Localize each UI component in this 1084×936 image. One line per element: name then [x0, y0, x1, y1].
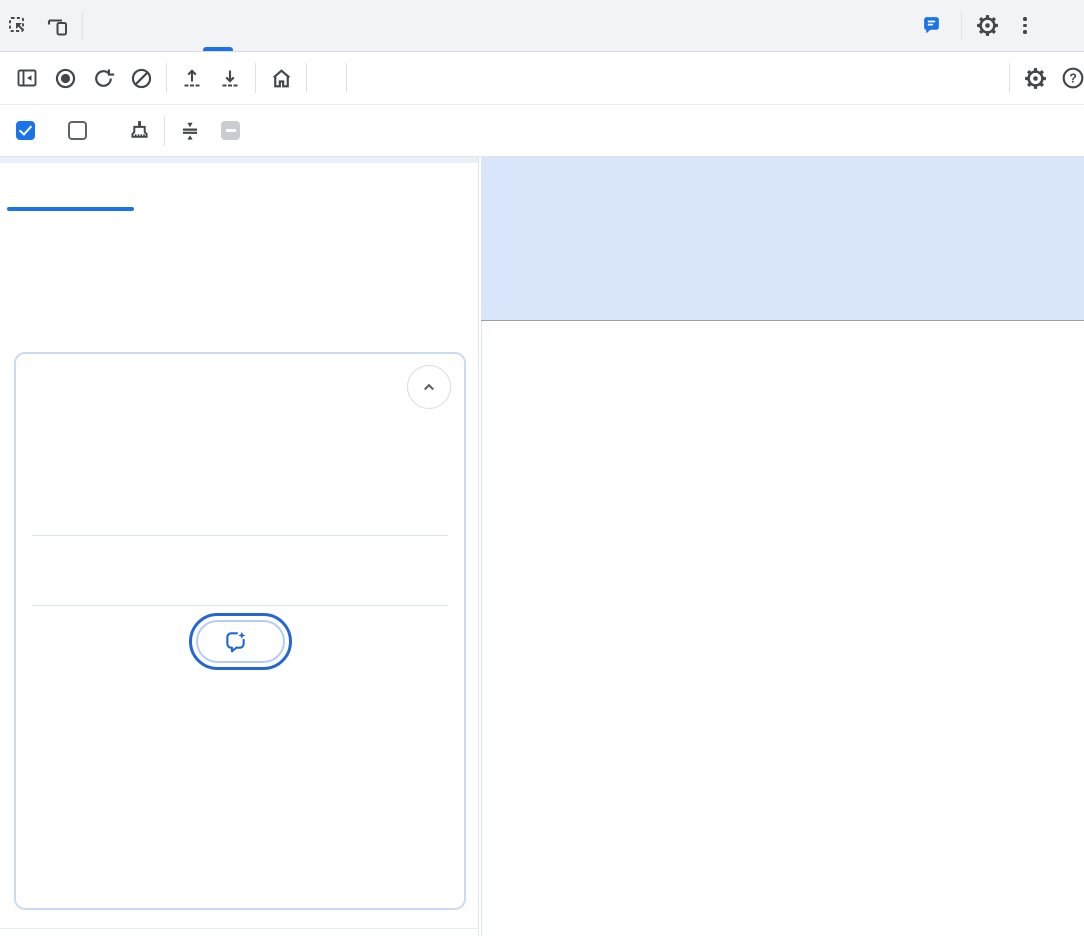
divider	[166, 63, 167, 93]
panel-tabs	[99, 0, 235, 51]
ai-chat-sparkle-icon	[224, 630, 247, 653]
upload-profile-icon[interactable]	[173, 59, 211, 97]
performance-toolbar: ?	[0, 52, 1084, 105]
menu-icon[interactable]	[1006, 7, 1044, 45]
clear-icon[interactable]	[122, 59, 160, 97]
tab-performance[interactable]	[201, 0, 235, 51]
ask-ai-button[interactable]	[196, 620, 285, 663]
timeline-details[interactable]	[481, 321, 1084, 936]
tab-elements[interactable]	[99, 0, 133, 51]
divider	[82, 11, 83, 41]
table-header-row	[36, 544, 444, 584]
sidebar-bottom-divider	[0, 928, 478, 929]
divider	[306, 63, 307, 93]
insights-sidebar	[0, 157, 479, 936]
issues-badge[interactable]	[913, 15, 955, 36]
close-icon[interactable]	[1044, 7, 1082, 45]
inspect-element-icon[interactable]	[0, 7, 38, 45]
dim-3rd-parties-checkbox	[221, 121, 240, 140]
sidebar-top-band	[0, 157, 478, 163]
record-icon[interactable]	[46, 59, 84, 97]
home-icon[interactable]	[262, 59, 300, 97]
screenshots-checkbox[interactable]	[16, 121, 35, 140]
reload-record-icon[interactable]	[84, 59, 122, 97]
divider	[164, 116, 165, 146]
svg-text:?: ?	[1069, 71, 1077, 85]
toggle-sidebar-icon[interactable]	[8, 59, 46, 97]
timeline-overview[interactable]	[481, 157, 1084, 321]
capture-settings-icon[interactable]	[1016, 59, 1054, 97]
collapse-tracks-icon[interactable]	[171, 112, 209, 150]
collapse-card-button[interactable]	[407, 365, 451, 409]
card-divider	[32, 605, 448, 606]
ask-ai-focus-ring	[189, 613, 292, 670]
garbage-collect-icon[interactable]	[120, 112, 158, 150]
lcp-phase-table	[36, 544, 444, 584]
divider	[1009, 63, 1010, 93]
divider	[255, 63, 256, 93]
download-profile-icon[interactable]	[211, 59, 249, 97]
memory-checkbox[interactable]	[68, 121, 87, 140]
settings-icon[interactable]	[968, 7, 1006, 45]
tab-console[interactable]	[133, 0, 167, 51]
card-description	[36, 370, 444, 514]
capture-options-bar	[0, 105, 1084, 157]
issues-bubble-icon	[921, 15, 942, 36]
help-icon[interactable]: ?	[1054, 59, 1084, 97]
card-divider	[32, 535, 448, 536]
device-toolbar-icon[interactable]	[38, 7, 76, 45]
lcp-by-phase-card	[14, 352, 466, 910]
chevron-up-icon	[418, 376, 440, 398]
tab-sources[interactable]	[167, 0, 201, 51]
devtools-tabbar	[0, 0, 1084, 52]
divider	[346, 63, 347, 93]
active-tab-underline	[7, 207, 134, 211]
divider	[961, 11, 962, 41]
